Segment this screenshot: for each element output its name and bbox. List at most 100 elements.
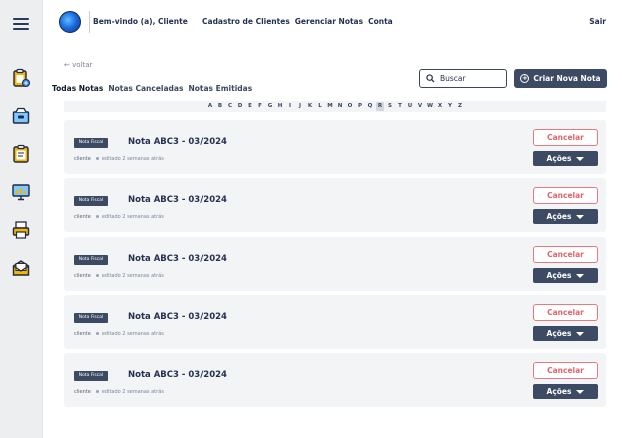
actions-label: Ações xyxy=(546,154,572,163)
note-title[interactable]: Nota ABC3 - 03/2024 xyxy=(128,312,227,322)
alphabet-letter-a[interactable]: A xyxy=(206,102,214,111)
printer-icon[interactable] xyxy=(11,220,31,240)
alphabet-letter-q[interactable]: Q xyxy=(366,102,374,111)
note-type-badge: Nota Fiscal xyxy=(74,196,108,206)
note-edited: editado 2 semanas atrás xyxy=(101,389,164,395)
alphabet-letter-z[interactable]: Z xyxy=(456,102,464,111)
note-edited: editado 2 semanas atrás xyxy=(101,214,164,220)
alphabet-letter-j[interactable]: J xyxy=(296,102,304,111)
note-meta: cliente editado 2 semanas atrás xyxy=(74,389,164,395)
actions-dropdown-button[interactable]: Ações xyxy=(533,209,598,224)
note-client: cliente xyxy=(74,273,91,279)
alphabet-letter-r[interactable]: R xyxy=(376,102,384,111)
note-meta: cliente editado 2 semanas atrás xyxy=(74,214,164,220)
actions-label: Ações xyxy=(546,329,572,338)
alphabet-letter-u[interactable]: U xyxy=(406,102,414,111)
actions-dropdown-button[interactable]: Ações xyxy=(533,268,598,283)
alphabet-letter-h[interactable]: H xyxy=(276,102,284,111)
note-type-badge: Nota Fiscal xyxy=(74,255,108,265)
note-meta: cliente editado 2 semanas atrás xyxy=(74,331,164,337)
caret-down-icon xyxy=(576,331,585,336)
alphabet-letter-v[interactable]: V xyxy=(416,102,424,111)
top-nav: Cadastro de Clientes Gerenciar Notas Con… xyxy=(202,17,393,26)
tab-notas-canceladas[interactable]: Notas Canceladas xyxy=(108,84,183,93)
search-input[interactable]: Buscar xyxy=(419,69,507,88)
alphabet-letter-l[interactable]: L xyxy=(316,102,324,111)
alphabet-letter-m[interactable]: M xyxy=(326,102,334,111)
note-type-badge: Nota Fiscal xyxy=(74,138,108,148)
note-meta: cliente editado 2 semanas atrás xyxy=(74,156,164,162)
note-card: Nota Fiscal Nota ABC3 - 03/2024 cliente edi… xyxy=(64,237,606,291)
alphabet-filter: ABCDEFGHIJKLMNOPQRSTUVWXYZ xyxy=(64,101,606,112)
clipboard-add-icon[interactable] xyxy=(11,68,31,88)
alphabet-letter-w[interactable]: W xyxy=(426,102,434,111)
alphabet-letter-b[interactable]: B xyxy=(216,102,224,111)
actions-label: Ações xyxy=(546,387,572,396)
nav-cadastro-clientes[interactable]: Cadastro de Clientes xyxy=(202,17,290,26)
menu-icon[interactable] xyxy=(13,18,29,30)
alphabet-letter-s[interactable]: S xyxy=(386,102,394,111)
alphabet-letter-g[interactable]: G xyxy=(266,102,274,111)
alphabet-letter-p[interactable]: P xyxy=(356,102,364,111)
note-client: cliente xyxy=(74,389,91,395)
alphabet-letter-o[interactable]: O xyxy=(346,102,354,111)
back-link[interactable]: ← voltar xyxy=(64,61,92,69)
actions-dropdown-button[interactable]: Ações xyxy=(533,326,598,341)
alphabet-letter-x[interactable]: X xyxy=(436,102,444,111)
alphabet-letter-n[interactable]: N xyxy=(336,102,344,111)
logo-divider xyxy=(89,11,90,33)
envelope-icon[interactable] xyxy=(11,258,31,278)
caret-down-icon xyxy=(576,389,585,394)
dot-separator xyxy=(95,389,99,393)
globe-logo-icon xyxy=(59,11,81,33)
cancel-button[interactable]: Cancelar xyxy=(533,362,598,379)
note-client: cliente xyxy=(74,156,91,162)
note-title[interactable]: Nota ABC3 - 03/2024 xyxy=(128,137,227,147)
create-note-button[interactable]: + Criar Nova Nota xyxy=(514,69,607,88)
cancel-button[interactable]: Cancelar xyxy=(533,129,598,146)
nav-conta[interactable]: Conta xyxy=(368,17,393,26)
clipboard-list-icon[interactable] xyxy=(11,144,31,164)
caret-down-icon xyxy=(576,273,585,278)
note-type-badge: Nota Fiscal xyxy=(74,371,108,381)
alphabet-letter-e[interactable]: E xyxy=(246,102,254,111)
monitor-chart-icon[interactable] xyxy=(11,182,31,202)
alphabet-letter-i[interactable]: I xyxy=(286,102,294,111)
search-placeholder: Buscar xyxy=(440,74,466,83)
top-header: Bem-vindo (a), Cliente Cadastro de Clien… xyxy=(43,0,622,46)
note-title[interactable]: Nota ABC3 - 03/2024 xyxy=(128,254,227,264)
dot-separator xyxy=(95,331,99,335)
cancel-button[interactable]: Cancelar xyxy=(533,304,598,321)
logout-link[interactable]: Sair xyxy=(589,17,606,26)
cancel-button[interactable]: Cancelar xyxy=(533,187,598,204)
tab-notas-emitidas[interactable]: Notas Emitidas xyxy=(188,84,252,93)
alphabet-letter-y[interactable]: Y xyxy=(446,102,454,111)
alphabet-letter-k[interactable]: K xyxy=(306,102,314,111)
plus-circle-icon: + xyxy=(520,74,530,83)
archive-icon[interactable] xyxy=(11,106,31,126)
alphabet-letter-d[interactable]: D xyxy=(236,102,244,111)
alphabet-letter-c[interactable]: C xyxy=(226,102,234,111)
dot-separator xyxy=(95,214,99,218)
tab-todas-notas[interactable]: Todas Notas xyxy=(52,84,103,93)
note-title[interactable]: Nota ABC3 - 03/2024 xyxy=(128,195,227,205)
sidebar xyxy=(0,0,43,438)
create-note-label: Criar Nova Nota xyxy=(533,74,601,83)
actions-dropdown-button[interactable]: Ações xyxy=(533,384,598,399)
actions-dropdown-button[interactable]: Ações xyxy=(533,151,598,166)
actions-label: Ações xyxy=(546,212,572,221)
note-client: cliente xyxy=(74,214,91,220)
note-type-badge: Nota Fiscal xyxy=(74,313,108,323)
caret-down-icon xyxy=(576,214,585,219)
alphabet-letter-f[interactable]: F xyxy=(256,102,264,111)
dot-separator xyxy=(95,156,99,160)
caret-down-icon xyxy=(576,156,585,161)
alphabet-letter-t[interactable]: T xyxy=(396,102,404,111)
note-card: Nota Fiscal Nota ABC3 - 03/2024 cliente edi… xyxy=(64,178,606,232)
note-meta: cliente editado 2 semanas atrás xyxy=(74,273,164,279)
cancel-button[interactable]: Cancelar xyxy=(533,246,598,263)
actions-label: Ações xyxy=(546,271,572,280)
welcome-text: Bem-vindo (a), Cliente xyxy=(93,17,188,26)
nav-gerenciar-notas[interactable]: Gerenciar Notas xyxy=(295,17,363,26)
note-title[interactable]: Nota ABC3 - 03/2024 xyxy=(128,370,227,380)
